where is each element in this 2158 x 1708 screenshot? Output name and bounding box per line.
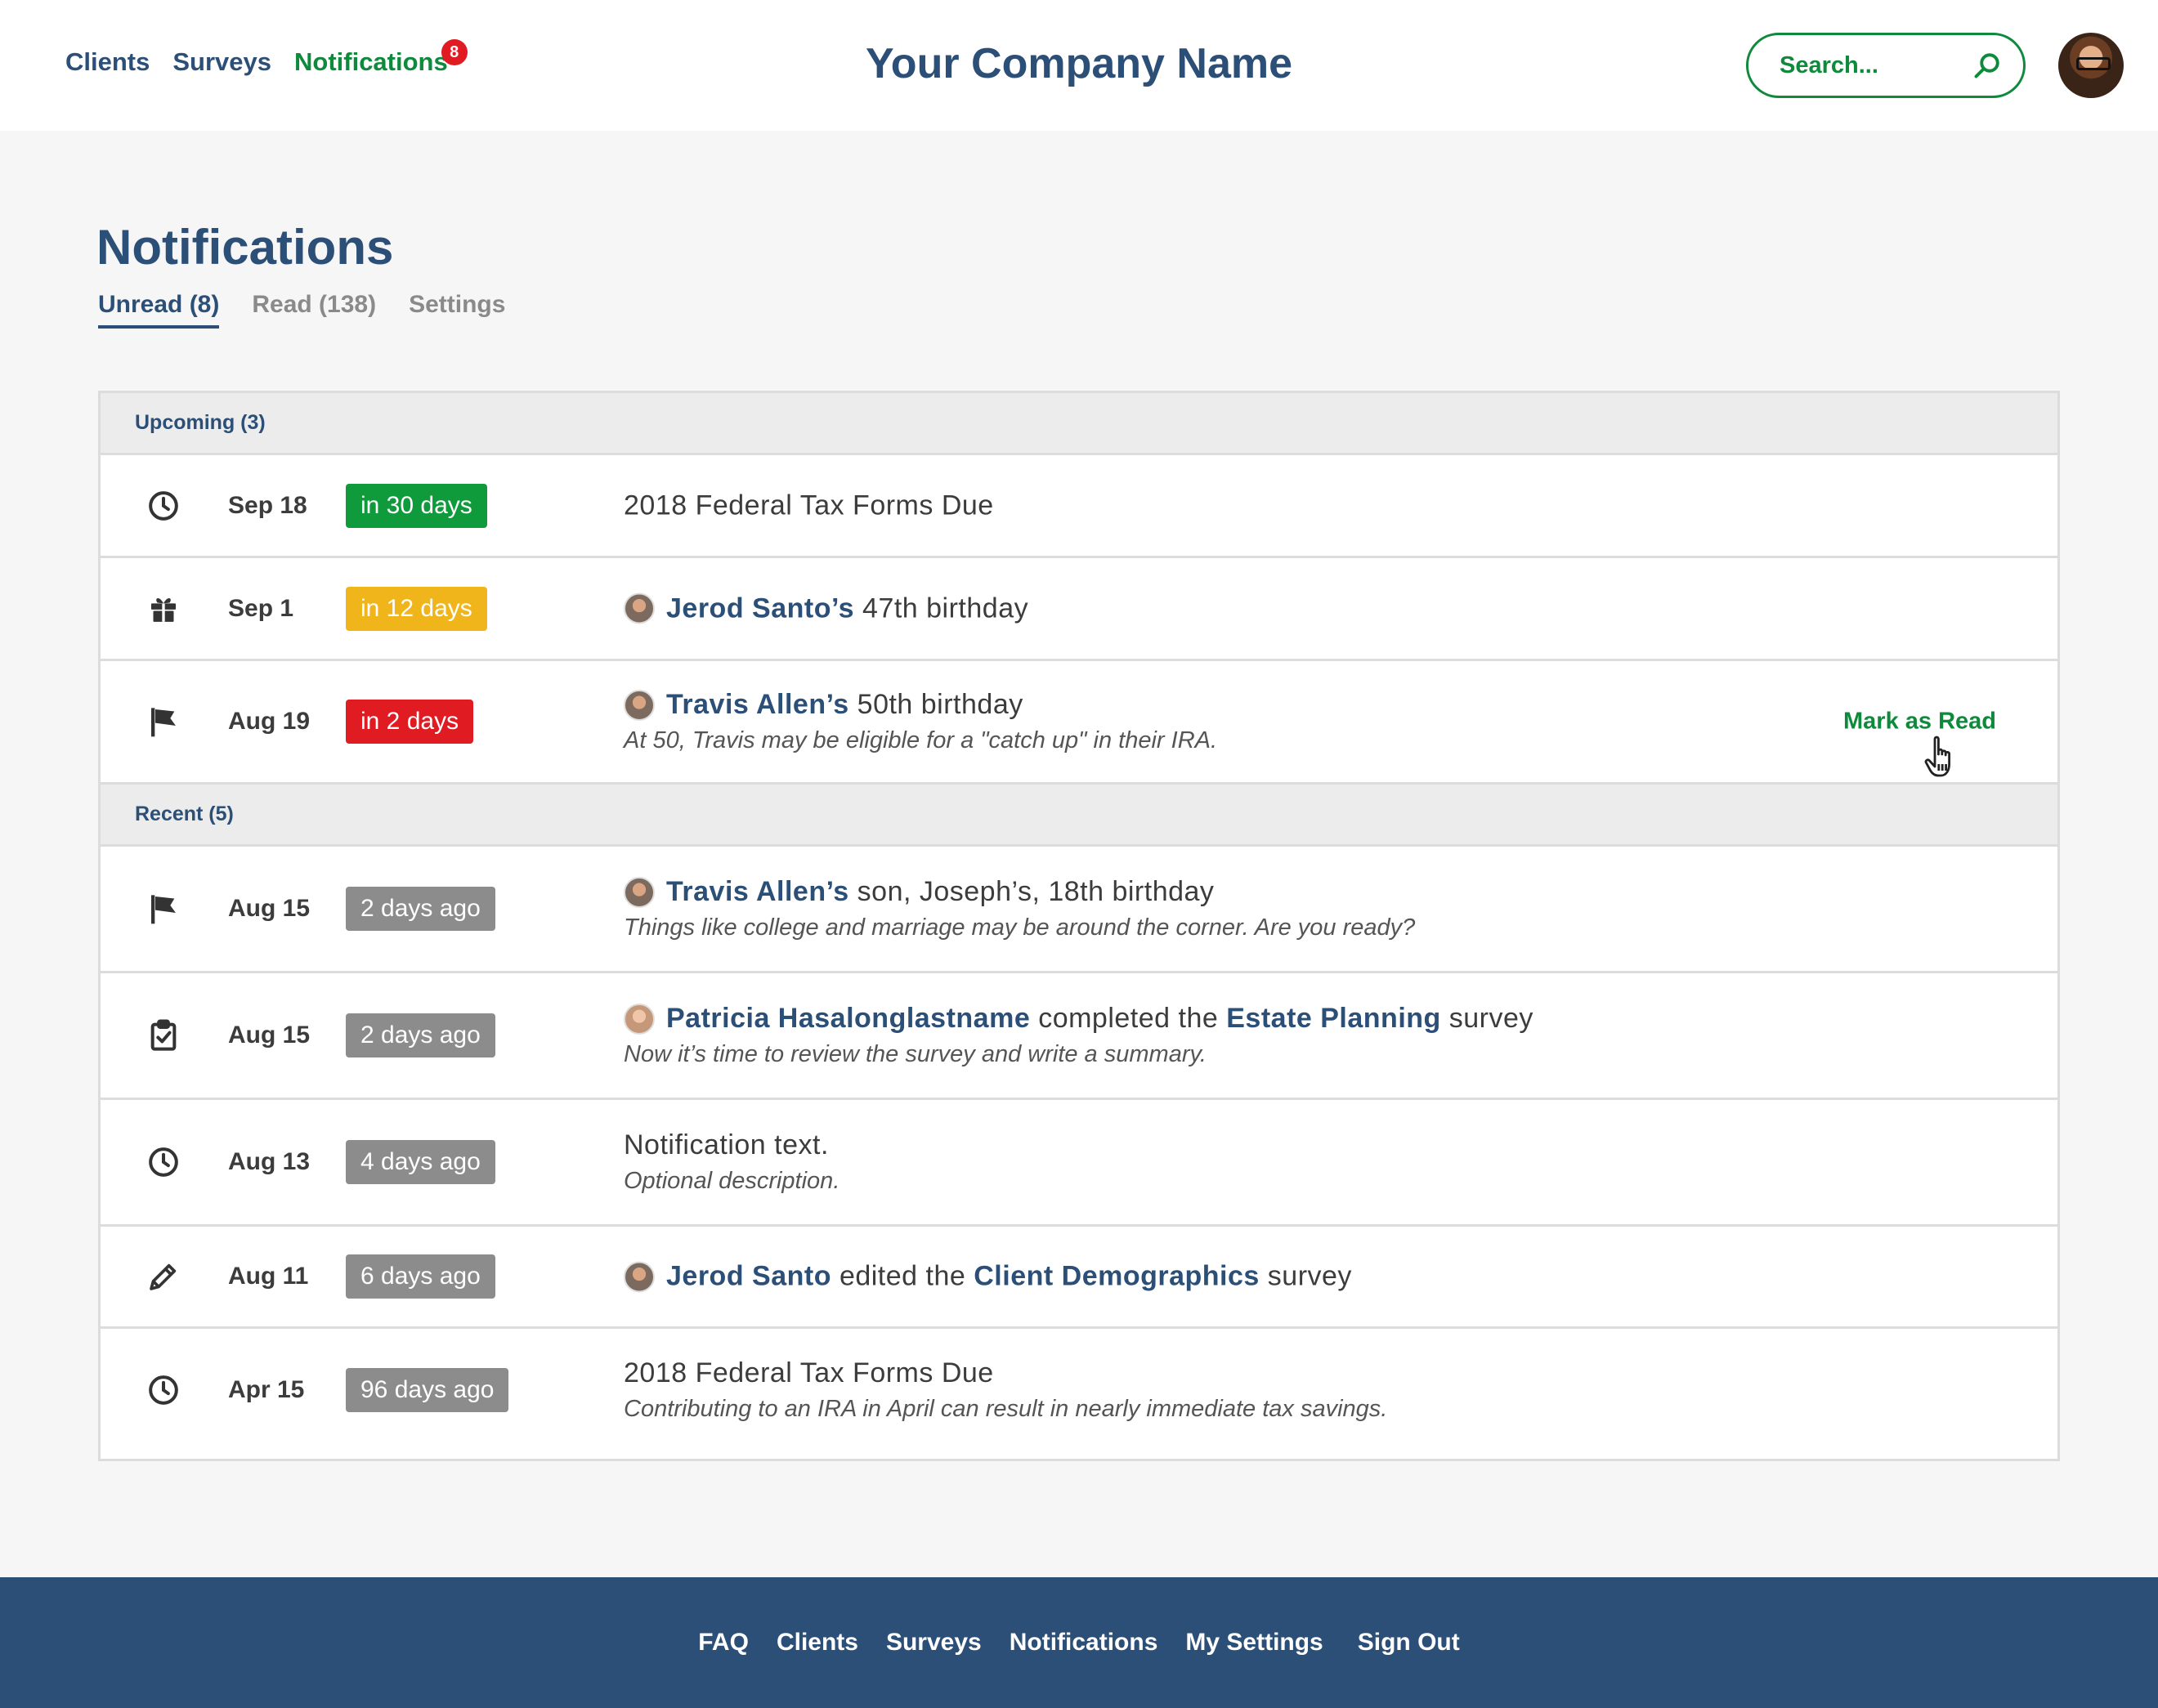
notification-title: Jerod Santo’s 47th birthday: [624, 592, 1028, 624]
gift-icon: [146, 592, 181, 626]
due-pill: in 12 days: [346, 586, 487, 631]
notification-date: Aug 15: [228, 895, 311, 922]
notification-content: Patricia Hasalonglastname completed the …: [624, 1003, 1533, 1068]
notification-title: 2018 Federal Tax Forms Due: [624, 490, 994, 521]
time-ago-pill: 2 days ago: [346, 1013, 495, 1057]
notification-suffix: survey: [1267, 1260, 1352, 1292]
time-ago-pill: 4 days ago: [346, 1140, 495, 1184]
top-bar: Clients Surveys Notifications 8 Your Com…: [0, 0, 2158, 131]
clipboard-check-icon: [146, 1018, 181, 1053]
pencil-icon: [146, 1259, 181, 1294]
notification-text: Notification text.: [624, 1129, 829, 1160]
clock-icon: [146, 489, 181, 523]
notification-content: 2018 Federal Tax Forms Due Contributing …: [624, 1357, 1387, 1423]
notification-content: Travis Allen’s 50th birthday At 50, Trav…: [624, 689, 1217, 754]
person-link[interactable]: Travis Allen’s: [666, 689, 849, 721]
notification-title: 2018 Federal Tax Forms Due: [624, 1357, 1387, 1389]
notification-row[interactable]: Sep 1 in 12 days Jerod Santo’s 47th birt…: [101, 558, 2057, 661]
notification-row[interactable]: Aug 13 4 days ago Notification text. Opt…: [101, 1100, 2057, 1227]
survey-link[interactable]: Estate Planning: [1226, 1003, 1441, 1035]
notification-text: 47th birthday: [862, 592, 1029, 624]
notification-date: Sep 18: [228, 491, 307, 519]
footer-link-faq[interactable]: FAQ: [698, 1629, 749, 1657]
clock-icon: [146, 1373, 181, 1407]
notification-text: 50th birthday: [857, 689, 1023, 720]
notification-row[interactable]: Aug 11 6 days ago Jerod Santo edited the…: [101, 1227, 2057, 1329]
notification-content: Travis Allen’s son, Joseph’s, 18th birth…: [624, 876, 1415, 941]
footer-link-sign-out[interactable]: Sign Out: [1358, 1629, 1460, 1657]
person-avatar: [624, 1003, 655, 1035]
search-input[interactable]: [1780, 51, 1972, 79]
notification-date: Aug 19: [228, 708, 311, 735]
person-avatar: [624, 689, 655, 721]
notification-description: Contributing to an IRA in April can resu…: [624, 1396, 1388, 1422]
notification-row[interactable]: Sep 18 in 30 days 2018 Federal Tax Forms…: [101, 455, 2057, 558]
flag-icon: [146, 892, 181, 926]
notification-title: Travis Allen’s 50th birthday: [624, 689, 1217, 721]
footer: FAQ Clients Surveys Notifications My Set…: [0, 1577, 2158, 1708]
notification-description: Things like college and marriage may be …: [624, 914, 1416, 941]
notification-tabs: Unread (8) Read (138) Settings: [98, 291, 505, 329]
group-heading-recent: Recent (5): [101, 785, 2057, 847]
due-pill: in 30 days: [346, 483, 487, 528]
notification-row[interactable]: Aug 15 2 days ago Travis Allen’s son, Jo…: [101, 847, 2057, 973]
notification-text: 2018 Federal Tax Forms Due: [624, 1357, 994, 1388]
notification-content: Jerod Santo’s 47th birthday: [624, 592, 1028, 624]
person-link[interactable]: Travis Allen’s: [666, 876, 849, 908]
time-ago-pill: 2 days ago: [346, 887, 495, 931]
notification-title: Patricia Hasalonglastname completed the …: [624, 1003, 1533, 1035]
notification-date: Apr 15: [228, 1376, 305, 1403]
footer-link-my-settings[interactable]: My Settings: [1185, 1629, 1323, 1657]
notification-text: 2018 Federal Tax Forms Due: [624, 490, 994, 521]
tab-read[interactable]: Read (138): [252, 291, 376, 329]
notification-text: edited the: [839, 1260, 966, 1292]
search-icon[interactable]: [1972, 51, 2002, 80]
tab-settings[interactable]: Settings: [409, 291, 505, 329]
notification-title: Travis Allen’s son, Joseph’s, 18th birth…: [624, 876, 1415, 908]
notification-text: son, Joseph’s, 18th birthday: [857, 876, 1215, 907]
due-pill: in 2 days: [346, 700, 474, 744]
flag-icon: [146, 704, 181, 739]
page-title: Notifications: [96, 220, 394, 275]
notification-date: Aug 11: [228, 1263, 309, 1290]
mark-as-read-button[interactable]: Mark as Read: [1843, 709, 1996, 736]
person-link[interactable]: Jerod Santo’s: [666, 592, 854, 624]
notification-row[interactable]: Aug 19 in 2 days Travis Allen’s 50th bir…: [101, 661, 2057, 785]
person-avatar: [624, 1261, 655, 1292]
notification-description: At 50, Travis may be eligible for a "cat…: [624, 727, 1218, 753]
time-ago-pill: 96 days ago: [346, 1368, 509, 1412]
footer-link-surveys[interactable]: Surveys: [886, 1629, 982, 1657]
notifications-panel: Upcoming (3) Sep 18 in 30 days 2018 Fede…: [98, 391, 2060, 1461]
hand-cursor-icon: [1924, 736, 1950, 777]
footer-link-clients[interactable]: Clients: [777, 1629, 858, 1657]
notification-row[interactable]: Aug 15 2 days ago Patricia Hasalonglastn…: [101, 973, 2057, 1100]
notification-content: Jerod Santo edited the Client Demographi…: [624, 1261, 1352, 1293]
notification-title: Jerod Santo edited the Client Demographi…: [624, 1261, 1352, 1293]
user-avatar[interactable]: [2058, 33, 2124, 98]
notification-row[interactable]: Apr 15 96 days ago 2018 Federal Tax Form…: [101, 1329, 2057, 1451]
tab-unread[interactable]: Unread (8): [98, 291, 220, 329]
person-link[interactable]: Jerod Santo: [666, 1261, 831, 1293]
footer-link-notifications[interactable]: Notifications: [1010, 1629, 1158, 1657]
notification-date: Sep 1: [228, 594, 294, 622]
notification-content: Notification text. Optional description.: [624, 1129, 839, 1195]
notification-description: Now it’s time to review the survey and w…: [624, 1041, 1207, 1067]
notification-content: 2018 Federal Tax Forms Due: [624, 490, 994, 521]
search-box: [1746, 33, 2026, 98]
clock-icon: [146, 1145, 181, 1179]
notification-description: Optional description.: [624, 1168, 840, 1194]
notification-date: Aug 15: [228, 1022, 311, 1048]
survey-link[interactable]: Client Demographics: [974, 1261, 1260, 1293]
person-avatar: [624, 876, 655, 908]
notification-suffix: survey: [1448, 1003, 1533, 1034]
time-ago-pill: 6 days ago: [346, 1254, 495, 1299]
notification-title: Notification text.: [624, 1129, 839, 1161]
person-link[interactable]: Patricia Hasalonglastname: [666, 1003, 1030, 1035]
notification-date: Aug 13: [228, 1148, 311, 1175]
notification-text: completed the: [1038, 1003, 1219, 1034]
group-heading-upcoming: Upcoming (3): [101, 393, 2057, 455]
person-avatar: [624, 592, 655, 624]
